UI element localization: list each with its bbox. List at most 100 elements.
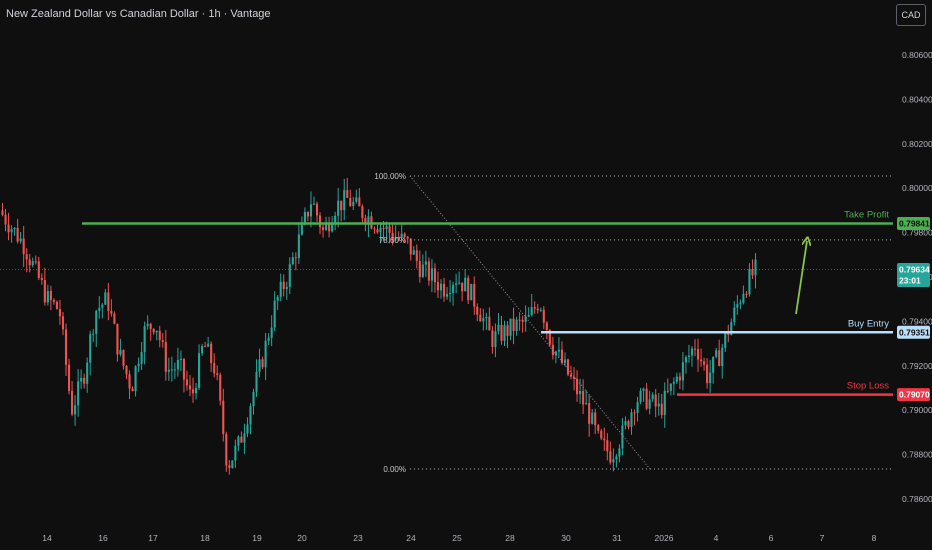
candle-body (530, 307, 533, 316)
candle-body (358, 197, 361, 207)
candle-body (373, 228, 376, 230)
candle-body (71, 390, 74, 415)
price-chart[interactable]: 100.00% 78.60% 0.00% Take Profit Buy Entry S… (0, 0, 932, 550)
candle-body (672, 381, 675, 384)
candle-body (703, 361, 706, 365)
y-tick-label: 0.80600 (902, 50, 932, 60)
x-tick-label: 30 (561, 533, 571, 543)
candle-body (473, 283, 476, 307)
candle-body (273, 300, 276, 328)
x-tick-label: 17 (148, 533, 158, 543)
time-axis: 14 16 17 18 19 20 23 24 25 28 30 31 2026 4 6 7 8 (42, 533, 876, 543)
candle-body (579, 390, 582, 395)
candle-body (458, 282, 461, 284)
price-badge-text: 0.79351 (899, 327, 930, 337)
candle-body (49, 291, 52, 301)
candle-body (213, 363, 216, 374)
candle-body (340, 200, 343, 211)
candle-body (488, 316, 491, 331)
candle-body (675, 376, 678, 382)
candle-body (715, 350, 718, 357)
y-tick-label: 0.79000 (902, 405, 932, 415)
candle-body (131, 388, 134, 392)
candle-body (376, 229, 379, 233)
candle-body (101, 304, 104, 308)
candle-body (751, 269, 754, 276)
price-badge-text: 0.79634 (899, 264, 930, 274)
price-badges: 0.79841 0.7963423:01 0.79351 0.79070 (897, 216, 930, 402)
candle-body (452, 284, 455, 294)
candle-body (16, 227, 19, 242)
candle-body (718, 350, 721, 366)
candle-body (349, 197, 352, 207)
y-tick-label: 0.79200 (902, 361, 932, 371)
candle-body (225, 433, 228, 466)
candle-body (143, 326, 146, 353)
candle-body (176, 360, 179, 370)
candle-body (585, 403, 588, 405)
candle-body (736, 304, 739, 308)
candle-body (627, 421, 630, 427)
candle-body (52, 300, 55, 302)
buy-entry-label: Buy Entry (848, 318, 889, 329)
y-tick-label: 0.80400 (902, 94, 932, 104)
candle-body (240, 436, 243, 443)
candle-body (116, 323, 119, 355)
candle-body (409, 238, 412, 255)
candle-body (485, 316, 488, 319)
candle-body (1, 210, 4, 215)
candle-body (421, 264, 424, 277)
candle-body (482, 318, 485, 322)
candle-body (476, 306, 479, 315)
candle-body (167, 369, 170, 372)
candle-body (155, 330, 158, 333)
candle-body (222, 400, 225, 434)
candle-body (669, 383, 672, 391)
candle-body (539, 309, 542, 311)
candle-body (279, 281, 282, 297)
candle-body (415, 250, 418, 261)
candle-body (86, 362, 89, 384)
candle-body (527, 315, 530, 317)
candle-body (560, 349, 564, 363)
candle-body (246, 424, 249, 434)
candle-body (83, 377, 86, 384)
candle-body (706, 364, 709, 384)
candle-body (318, 215, 322, 228)
candle-body (754, 259, 757, 276)
candle-body (134, 366, 137, 392)
candle-body (294, 257, 297, 259)
candle-body (748, 269, 751, 295)
candle-body (28, 259, 31, 266)
projection-arrow-icon[interactable] (795, 241, 807, 315)
candle-body (424, 261, 427, 265)
candle-body (545, 322, 548, 330)
fib-level-label: 78.60% (379, 236, 406, 245)
candle-body (146, 323, 149, 327)
candle-body (128, 374, 131, 389)
candle-body (191, 389, 195, 394)
candle-body (687, 355, 691, 358)
x-tick-label: 4 (714, 533, 719, 543)
candle-body (137, 363, 140, 367)
x-tick-label: 14 (42, 533, 52, 543)
candle-body (306, 211, 309, 217)
candle-body (600, 430, 603, 439)
candle-body (582, 390, 585, 405)
candle-body (255, 371, 258, 392)
candle-body (506, 325, 509, 336)
candle-body (709, 372, 712, 384)
candle-body (110, 310, 113, 314)
candle-body (455, 283, 458, 285)
candle-body (464, 277, 467, 292)
candle-body (228, 465, 231, 468)
fib-trendline[interactable] (409, 175, 651, 470)
candle-body (461, 282, 464, 292)
candle-body (445, 293, 449, 297)
candle-body (309, 204, 313, 217)
price-badge-text: 0.79070 (899, 390, 930, 400)
candle-body (58, 309, 62, 317)
candle-body (612, 459, 615, 463)
candle-body (609, 451, 612, 463)
candle-body (303, 211, 306, 223)
